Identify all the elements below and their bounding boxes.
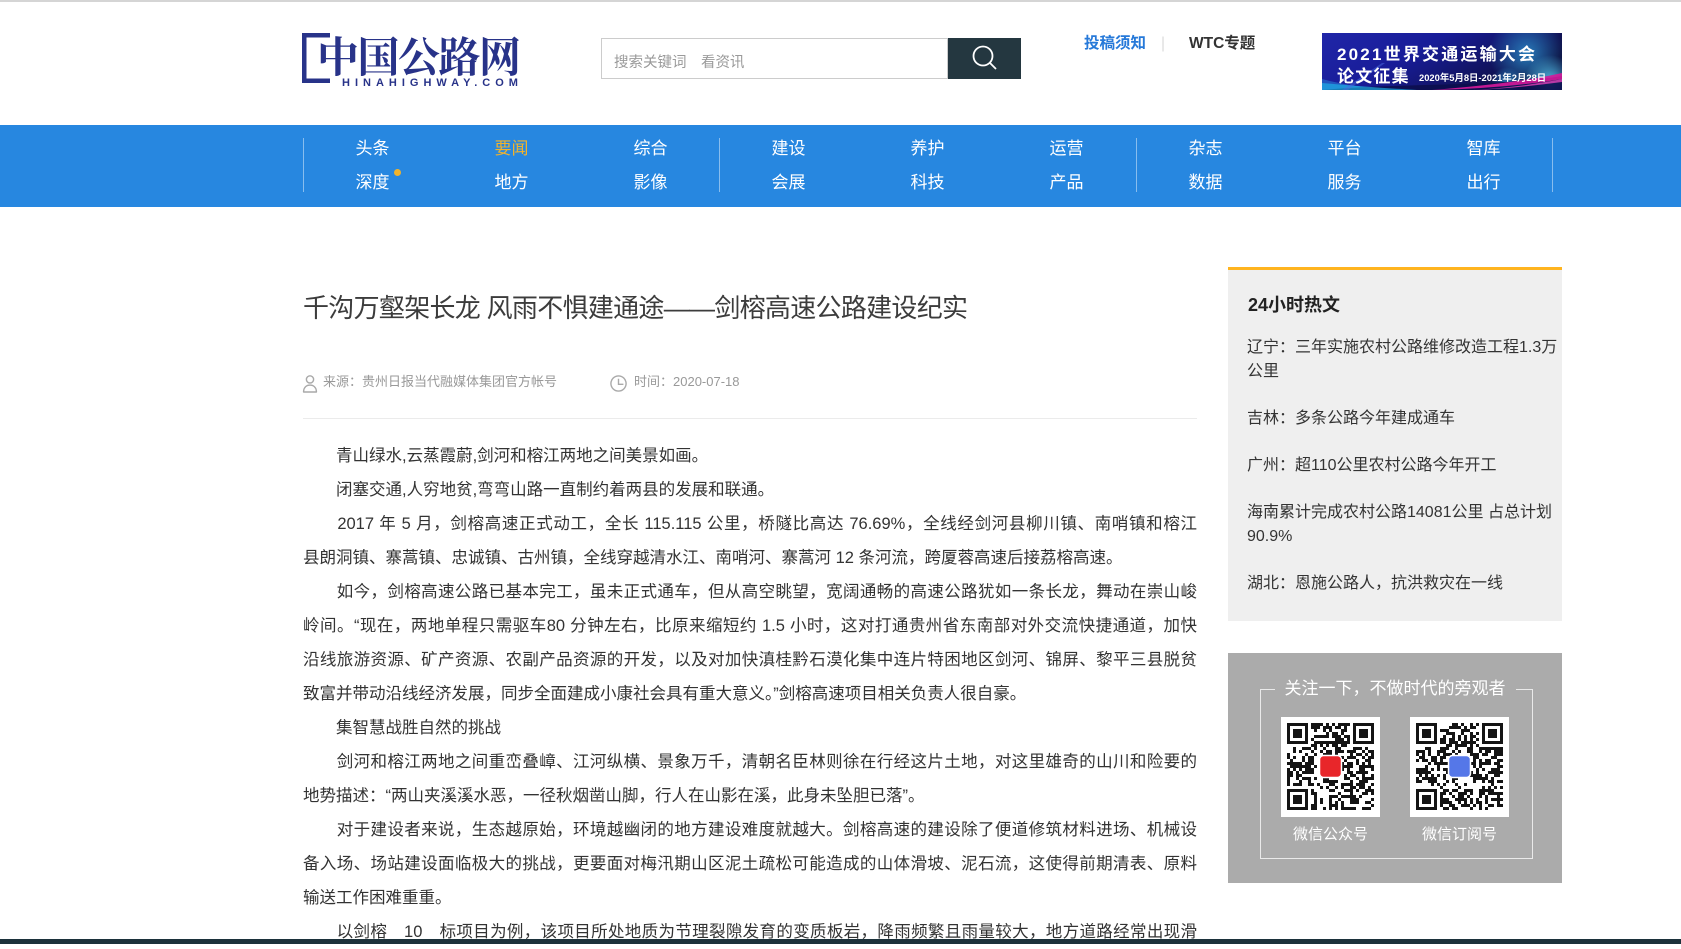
svg-text:2021世界交通运输大会: 2021世界交通运输大会 <box>1337 44 1537 64</box>
svg-text:论文征集: 论文征集 <box>1337 66 1410 86</box>
svg-text:2020年5月8日-2021年2月28日: 2020年5月8日-2021年2月28日 <box>1419 72 1546 83</box>
